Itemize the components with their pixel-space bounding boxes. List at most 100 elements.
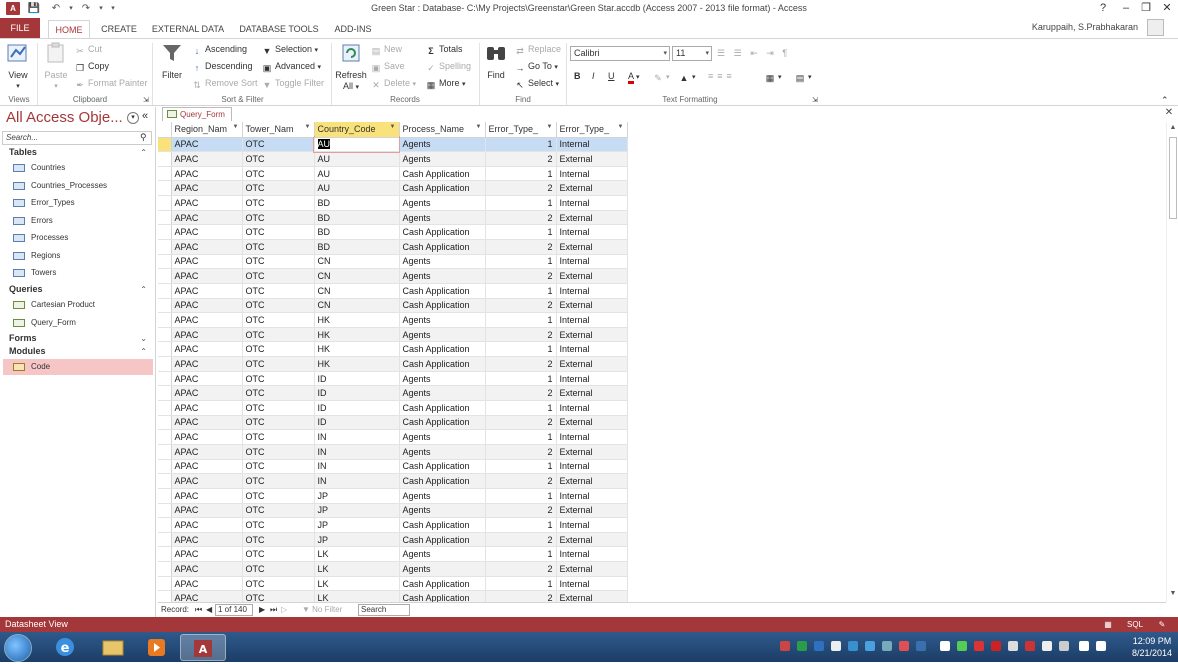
table-cell[interactable]: OTC <box>242 546 315 563</box>
user-name[interactable]: Karuppaih, S.Prabhakaran <box>1032 22 1138 32</box>
nav-item-table[interactable]: Countries_Processes <box>3 178 153 194</box>
delete-record-button[interactable]: ✕ Delete ▾ <box>370 76 416 90</box>
table-cell[interactable]: Agents <box>399 385 486 402</box>
table-row[interactable]: APAC OTC AU Agents 2 External <box>158 151 628 167</box>
table-cell[interactable]: APAC <box>171 400 243 416</box>
table-row[interactable]: APAC OTC JP Cash Application 1 Internal <box>158 517 628 533</box>
table-cell[interactable]: APAC <box>171 341 243 358</box>
tray-icon[interactable] <box>1042 641 1052 651</box>
table-cell[interactable]: Cash Application <box>399 180 486 197</box>
table-cell[interactable]: External <box>556 210 628 226</box>
table-row[interactable]: APAC OTC BD Cash Application 2 External <box>158 239 628 255</box>
more-button[interactable]: ▦ More ▾ <box>425 76 466 90</box>
table-cell[interactable]: JP <box>314 503 400 519</box>
table-cell[interactable]: APAC <box>171 385 243 402</box>
table-cell[interactable]: OTC <box>242 327 315 343</box>
volume-icon[interactable] <box>1096 641 1106 651</box>
table-row[interactable]: APAC OTC IN Cash Application 2 External <box>158 473 628 489</box>
record-selector[interactable] <box>158 312 172 328</box>
tray-icon[interactable] <box>1025 641 1035 651</box>
table-cell[interactable]: APAC <box>171 576 243 592</box>
table-cell[interactable]: ID <box>314 400 400 416</box>
table-cell[interactable]: 2 <box>485 561 557 577</box>
tray-icon[interactable] <box>991 641 1001 651</box>
table-row[interactable]: APAC OTC CN Agents 2 External <box>158 268 628 284</box>
font-color-button[interactable]: A ▾ <box>628 69 640 84</box>
network-signal-icon[interactable] <box>1079 641 1089 651</box>
table-cell[interactable]: External <box>556 356 628 372</box>
table-cell[interactable]: Cash Application <box>399 473 486 489</box>
table-cell[interactable]: Internal <box>556 371 628 387</box>
table-cell[interactable]: Agents <box>399 488 486 504</box>
table-row[interactable]: APAC OTC JP Cash Application 2 External <box>158 532 628 548</box>
search-icon[interactable]: ⚲ <box>140 132 147 143</box>
table-cell[interactable]: Internal <box>556 576 628 592</box>
table-cell[interactable]: Internal <box>556 488 628 504</box>
spelling-button[interactable]: ✓ Spelling <box>425 59 471 73</box>
table-cell[interactable]: OTC <box>242 166 315 182</box>
table-cell[interactable]: APAC <box>171 459 243 475</box>
table-cell[interactable]: Agents <box>399 429 486 445</box>
save-record-button[interactable]: ▣ Save <box>370 59 405 73</box>
column-dropdown-icon[interactable]: ▼ <box>476 124 482 130</box>
table-cell[interactable]: APAC <box>171 166 243 182</box>
table-cell[interactable]: Agents <box>399 312 486 328</box>
scroll-thumb[interactable] <box>1169 137 1177 219</box>
table-cell[interactable]: OTC <box>242 356 315 372</box>
tray-icon[interactable] <box>797 641 807 651</box>
record-selector[interactable] <box>158 385 172 402</box>
table-cell[interactable]: Internal <box>556 429 628 445</box>
table-cell[interactable]: External <box>556 151 628 167</box>
table-cell[interactable]: 2 <box>485 415 557 431</box>
nav-options-icon[interactable]: ▾ <box>127 112 139 124</box>
table-cell[interactable]: 1 <box>485 341 557 358</box>
datasheet-grid[interactable]: Region_Nam ▼ Tower_Nam ▼ Country_Code ▼ Pro… <box>158 122 1166 602</box>
table-cell[interactable]: OTC <box>242 224 315 240</box>
record-selector[interactable] <box>158 444 172 460</box>
table-cell[interactable]: Cash Application <box>399 166 486 182</box>
table-cell[interactable]: Cash Application <box>399 283 486 299</box>
table-cell[interactable]: 2 <box>485 298 557 314</box>
table-cell[interactable]: Cash Application <box>399 400 486 416</box>
table-cell[interactable]: Internal <box>556 312 628 328</box>
table-cell[interactable]: 1 <box>485 488 557 504</box>
datasheet-formatting-button[interactable]: ▤ ▾ <box>794 69 812 83</box>
alt-row-color-button[interactable]: ▲ ▾ <box>678 69 696 83</box>
table-row[interactable]: APAC OTC IN Agents 1 Internal <box>158 429 628 445</box>
table-cell[interactable]: Agents <box>399 546 486 563</box>
close-document-icon[interactable]: ✕ <box>1163 107 1175 121</box>
table-cell[interactable]: OTC <box>242 239 315 255</box>
record-selector[interactable] <box>158 166 172 182</box>
table-cell[interactable]: APAC <box>171 137 243 153</box>
table-cell[interactable]: APAC <box>171 254 243 270</box>
record-selector[interactable] <box>158 371 172 387</box>
table-row[interactable]: APAC OTC JP Agents 2 External <box>158 503 628 519</box>
internet-explorer-icon[interactable]: e <box>42 634 88 661</box>
table-cell[interactable]: CN <box>314 298 400 314</box>
find-button[interactable]: Find <box>483 42 509 81</box>
table-row[interactable]: APAC OTC BD Cash Application 1 Internal <box>158 224 628 240</box>
table-cell[interactable]: Cash Application <box>399 590 486 602</box>
table-cell[interactable]: OTC <box>242 195 315 211</box>
table-cell[interactable]: OTC <box>242 561 315 577</box>
table-cell[interactable]: CN <box>314 283 400 299</box>
new-blank-record-icon[interactable]: ▷ <box>281 605 287 614</box>
table-cell[interactable]: LK <box>314 576 400 592</box>
close-window-button[interactable]: ✕ <box>1158 1 1176 16</box>
table-row[interactable]: APAC OTC ID Cash Application 2 External <box>158 415 628 431</box>
nav-item-table[interactable]: Error_Types <box>3 195 153 211</box>
nav-item-table[interactable]: Countries <box>3 160 153 176</box>
table-cell[interactable]: 1 <box>485 371 557 387</box>
totals-button[interactable]: Σ Totals <box>425 42 462 56</box>
bold-button[interactable]: B <box>574 69 581 83</box>
table-cell[interactable]: 2 <box>485 590 557 602</box>
table-cell[interactable]: 1 <box>485 254 557 270</box>
record-selector[interactable] <box>158 503 172 519</box>
record-selector[interactable] <box>158 180 172 197</box>
table-cell[interactable]: External <box>556 385 628 402</box>
tray-icon[interactable] <box>865 641 875 651</box>
ascending-button[interactable]: ↓ Ascending <box>191 42 247 56</box>
table-cell[interactable]: Internal <box>556 400 628 416</box>
datasheet-view-icon[interactable]: ▦ <box>1101 618 1115 631</box>
table-cell[interactable]: OTC <box>242 444 315 460</box>
